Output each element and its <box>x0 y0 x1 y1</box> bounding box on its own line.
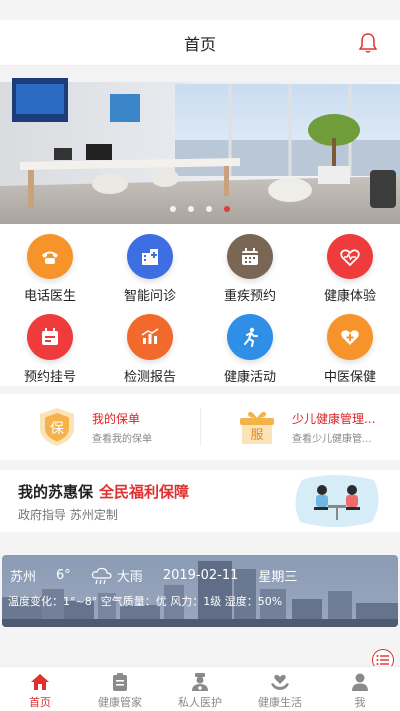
tab-home[interactable]: 首页 <box>0 667 80 711</box>
service-smart-consult[interactable]: 智能问诊 <box>100 224 200 304</box>
carousel-dot-active[interactable] <box>224 206 230 212</box>
suhuibao-banner[interactable]: 我的苏惠保 全民福利保障 政府指导 苏州定制 <box>0 470 400 532</box>
weather-city: 苏州 <box>10 570 37 585</box>
register-icon <box>27 314 73 360</box>
weather-summary: 苏州 6° 大雨 2019-02-11 星期三 <box>10 566 317 585</box>
service-label: 预约挂号 <box>23 370 76 385</box>
my-policy-link[interactable]: 保 我的保单 查看我的保单 <box>0 394 200 460</box>
top-header: 首页 <box>0 20 400 66</box>
nurse-icon <box>192 673 208 691</box>
tab-label: 首页 <box>29 696 51 709</box>
weather-card: 苏州 6° 大雨 2019-02-11 星期三 温度变化：1°~8° 空气质量：… <box>2 555 398 627</box>
running-icon <box>227 314 273 360</box>
tab-label: 健康管家 <box>98 696 142 709</box>
service-label: 重疾预约 <box>223 289 276 304</box>
service-phone-doctor[interactable]: 电话医生 <box>0 224 100 304</box>
service-label: 智能问诊 <box>123 289 176 304</box>
tab-label: 我 <box>354 696 366 709</box>
home-page: 首页 电话医生 智能问诊 重疾预约 健康体验 预约挂号 检测报告 健康活动 中医… <box>0 0 400 711</box>
carousel-dot[interactable] <box>206 206 212 212</box>
carousel-dots <box>0 206 400 212</box>
carousel-dot[interactable] <box>188 206 194 212</box>
service-tcm-care[interactable]: 中医保健 <box>300 304 400 386</box>
banner-image <box>0 66 400 224</box>
suhuibao-subtitle: 政府指导 苏州定制 <box>18 508 118 522</box>
suhuibao-highlight: 全民福利保障 <box>99 483 190 501</box>
service-register[interactable]: 预约挂号 <box>0 304 100 386</box>
service-health-activity[interactable]: 健康活动 <box>200 304 300 386</box>
heart-hands-icon <box>271 674 289 690</box>
tab-me[interactable]: 我 <box>320 667 400 711</box>
home-icon <box>31 674 49 690</box>
page-title: 首页 <box>183 34 216 54</box>
svg-text:服: 服 <box>250 428 263 443</box>
heart-plus-icon <box>327 314 373 360</box>
carousel-dot[interactable] <box>170 206 176 212</box>
user-icon <box>352 673 368 691</box>
phone-icon <box>27 234 73 279</box>
gift-box-icon: 服 <box>240 411 274 444</box>
weather-temp: 6° <box>56 568 71 583</box>
bottom-tab-bar: 首页 健康管家 私人医护 健康生活 我 <box>0 666 400 711</box>
clipboard-icon <box>113 673 127 691</box>
service-label: 检测报告 <box>123 370 176 385</box>
banner-carousel[interactable] <box>0 66 400 224</box>
my-policy-title: 我的保单 <box>92 411 141 426</box>
tab-private-care[interactable]: 私人医护 <box>160 667 240 711</box>
service-label: 电话医生 <box>23 289 76 304</box>
weather-date: 2019-02-11 <box>162 568 239 583</box>
weather-weekday: 星期三 <box>258 570 298 585</box>
hospital-icon <box>127 234 173 279</box>
child-health-title: 少儿健康管理... <box>292 411 376 426</box>
service-label: 中医保健 <box>323 370 376 385</box>
heart-pulse-icon <box>327 234 373 279</box>
service-label: 健康体验 <box>323 289 376 304</box>
suhuibao-name: 我的苏惠保 <box>18 483 94 501</box>
my-policy-subtitle: 查看我的保单 <box>92 433 152 445</box>
service-grid: 电话医生 智能问诊 重疾预约 健康体验 预约挂号 检测报告 健康活动 中医保健 <box>0 224 400 386</box>
tab-label: 健康生活 <box>258 696 302 709</box>
child-health-subtitle: 查看少儿健康管... <box>292 433 372 445</box>
service-label: 健康活动 <box>223 370 276 385</box>
suhuibao-title: 我的苏惠保 全民福利保障 <box>18 481 189 502</box>
tab-label: 私人医护 <box>178 696 222 709</box>
bar-chart-icon <box>127 314 173 360</box>
weather-details: 温度变化：1°~8° 空气质量：优 风力：1级 湿度：50% <box>8 595 283 608</box>
weather-condition: 大雨 <box>116 570 143 585</box>
tab-health-steward[interactable]: 健康管家 <box>80 667 160 711</box>
service-health-exp[interactable]: 健康体验 <box>300 224 400 304</box>
policy-card: 保 我的保单 查看我的保单 服 少儿健康管理... 查看少儿健康管... <box>0 394 400 460</box>
child-health-link[interactable]: 服 少儿健康管理... 查看少儿健康管... <box>200 394 400 460</box>
shield-badge-icon: 保 <box>40 408 74 446</box>
calendar-icon <box>227 234 273 279</box>
svg-text:保: 保 <box>50 421 64 437</box>
rain-cloud-icon <box>91 567 112 584</box>
service-test-report[interactable]: 检测报告 <box>100 304 200 386</box>
service-serious-illness[interactable]: 重疾预约 <box>200 224 300 304</box>
tab-health-life[interactable]: 健康生活 <box>240 667 320 711</box>
consultation-illustration <box>295 475 379 527</box>
bell-icon[interactable] <box>358 32 378 54</box>
